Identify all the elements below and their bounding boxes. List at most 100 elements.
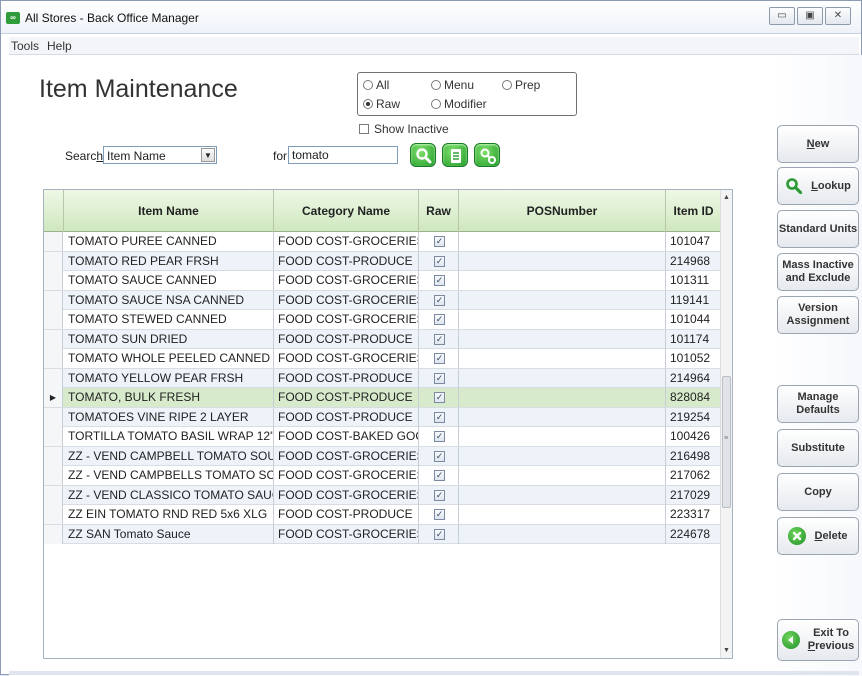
table-row[interactable]: TORTILLA TOMATO BASIL WRAP 12" FOOD COST-… <box>44 427 722 447</box>
posnumber-cell[interactable] <box>459 466 666 485</box>
posnumber-cell[interactable] <box>459 271 666 290</box>
posnumber-cell[interactable] <box>459 349 666 368</box>
raw-cell[interactable]: ✓ <box>419 232 459 251</box>
raw-checkbox[interactable]: ✓ <box>434 294 445 306</box>
raw-cell[interactable]: ✓ <box>419 524 459 544</box>
item-id-cell[interactable]: 216498 <box>666 446 722 466</box>
search-field-select[interactable]: Item Name ▼ <box>103 146 217 164</box>
raw-cell[interactable]: ✓ <box>419 329 459 349</box>
header-category-name[interactable]: Category Name <box>274 190 419 232</box>
table-row[interactable]: TOMATO YELLOW PEAR FRSH FOOD COST-PRODUCE… <box>44 368 722 388</box>
raw-checkbox[interactable]: ✓ <box>434 411 445 423</box>
table-row[interactable]: TOMATO RED PEAR FRSH FOOD COST-PRODUCE ✓ 21… <box>44 251 722 271</box>
header-item-id[interactable]: Item ID <box>666 190 722 232</box>
scroll-up-icon[interactable]: ▲ <box>723 194 730 201</box>
raw-cell[interactable]: ✓ <box>419 251 459 271</box>
posnumber-cell[interactable] <box>459 505 666 524</box>
category-cell[interactable]: FOOD COST-GROCERIES <box>274 271 419 290</box>
row-header[interactable] <box>44 466 63 485</box>
radio-raw[interactable]: Raw <box>363 97 400 111</box>
raw-checkbox[interactable]: ✓ <box>434 489 445 501</box>
row-header[interactable] <box>44 446 63 466</box>
vertical-scrollbar[interactable]: ▲ ≡ ▼ <box>720 190 732 658</box>
posnumber-cell[interactable] <box>459 251 666 271</box>
posnumber-cell[interactable] <box>459 310 666 329</box>
posnumber-cell[interactable] <box>459 524 666 544</box>
item-id-cell[interactable]: 101311 <box>666 271 722 290</box>
category-cell[interactable]: FOOD COST-GROCERIES <box>274 232 419 251</box>
raw-checkbox[interactable]: ✓ <box>434 431 445 442</box>
category-cell[interactable]: FOOD COST-GROCERIES <box>274 290 419 310</box>
row-header[interactable] <box>44 427 63 446</box>
raw-cell[interactable]: ✓ <box>419 310 459 329</box>
row-header[interactable] <box>44 310 63 329</box>
row-header[interactable] <box>44 271 63 290</box>
new-button[interactable]: New <box>777 125 859 163</box>
table-row[interactable]: TOMATO SAUCE CANNED FOOD COST-GROCERIES ✓ 1… <box>44 271 722 291</box>
table-row[interactable]: TOMATO WHOLE PEELED CANNED FOOD COST-GROC… <box>44 349 722 369</box>
posnumber-cell[interactable] <box>459 485 666 505</box>
category-cell[interactable]: FOOD COST-PRODUCE <box>274 368 419 388</box>
row-header[interactable] <box>44 232 63 251</box>
item-id-cell[interactable]: 101174 <box>666 329 722 349</box>
table-row[interactable]: ▶ TOMATO, BULK FRESH FOOD COST-PRODUCE ✓ 828… <box>44 388 722 408</box>
header-posnumber[interactable]: POSNumber <box>459 190 666 232</box>
category-cell[interactable]: FOOD COST-PRODUCE <box>274 407 419 427</box>
manage-defaults-button[interactable]: Manage Defaults <box>777 385 859 423</box>
category-cell[interactable]: FOOD COST-GROCERIES <box>274 446 419 466</box>
search-button[interactable] <box>410 143 436 167</box>
item-name-cell[interactable]: TOMATOES VINE RIPE 2 LAYER <box>64 407 274 427</box>
row-header[interactable] <box>44 329 63 349</box>
raw-cell[interactable]: ✓ <box>419 505 459 524</box>
table-row[interactable]: ZZ - VEND CAMPBELL TOMATO SOUP A FOOD COS… <box>44 446 722 466</box>
close-button[interactable]: ✕ <box>825 7 851 25</box>
radio-prep[interactable]: Prep <box>502 78 540 92</box>
item-id-cell[interactable]: 101047 <box>666 232 722 251</box>
row-header[interactable] <box>44 349 63 368</box>
item-id-cell[interactable]: 214964 <box>666 368 722 388</box>
raw-checkbox[interactable]: ✓ <box>434 236 445 247</box>
raw-checkbox[interactable]: ✓ <box>434 255 445 267</box>
posnumber-cell[interactable] <box>459 290 666 310</box>
raw-cell[interactable]: ✓ <box>419 407 459 427</box>
row-header[interactable] <box>44 407 63 427</box>
item-id-cell[interactable]: 101044 <box>666 310 722 329</box>
posnumber-cell[interactable] <box>459 407 666 427</box>
item-id-cell[interactable]: 217029 <box>666 485 722 505</box>
item-name-cell[interactable]: TOMATO RED PEAR FRSH <box>64 251 274 271</box>
raw-cell[interactable]: ✓ <box>419 349 459 368</box>
category-cell[interactable]: FOOD COST-GROCERIES <box>274 485 419 505</box>
radio-menu[interactable]: Menu <box>431 78 474 92</box>
report-button[interactable] <box>442 143 468 167</box>
table-row[interactable]: TOMATO SAUCE NSA CANNED FOOD COST-GROCERI… <box>44 290 722 310</box>
posnumber-cell[interactable] <box>459 329 666 349</box>
raw-cell[interactable]: ✓ <box>419 271 459 290</box>
item-id-cell[interactable]: 100426 <box>666 427 722 446</box>
raw-checkbox[interactable]: ✓ <box>434 509 445 520</box>
category-cell[interactable]: FOOD COST-PRODUCE <box>274 505 419 524</box>
item-name-cell[interactable]: ZZ - VEND CLASSICO TOMATO SAUCE <box>64 485 274 505</box>
raw-checkbox[interactable]: ✓ <box>434 314 445 325</box>
item-name-cell[interactable]: TOMATO STEWED CANNED <box>64 310 274 329</box>
category-cell[interactable]: FOOD COST-GROCERIES <box>274 466 419 485</box>
row-header[interactable] <box>44 505 63 524</box>
raw-cell[interactable]: ✓ <box>419 466 459 485</box>
table-row[interactable]: TOMATO STEWED CANNED FOOD COST-GROCERIES ✓… <box>44 310 722 330</box>
raw-checkbox[interactable]: ✓ <box>434 450 445 462</box>
table-row[interactable]: TOMATO PUREE CANNED FOOD COST-GROCERIES ✓ 1… <box>44 232 722 252</box>
posnumber-cell[interactable] <box>459 446 666 466</box>
raw-cell[interactable]: ✓ <box>419 446 459 466</box>
item-name-cell[interactable]: TOMATO SUN DRIED <box>64 329 274 349</box>
header-raw[interactable]: Raw <box>419 190 459 232</box>
row-header[interactable] <box>44 290 63 310</box>
raw-checkbox[interactable]: ✓ <box>434 275 445 286</box>
category-cell[interactable]: FOOD COST-GROCERIES <box>274 310 419 329</box>
header-item-name[interactable]: Item Name <box>64 190 274 232</box>
item-name-cell[interactable]: TOMATO SAUCE CANNED <box>64 271 274 290</box>
mass-inactive-button[interactable]: Mass Inactive and Exclude <box>777 253 859 291</box>
posnumber-cell[interactable] <box>459 388 666 407</box>
table-row[interactable]: TOMATOES VINE RIPE 2 LAYER FOOD COST-PROD… <box>44 407 722 427</box>
search-input[interactable] <box>288 146 398 164</box>
row-pointer-icon[interactable]: ▶ <box>44 388 63 407</box>
item-name-cell[interactable]: TORTILLA TOMATO BASIL WRAP 12" <box>64 427 274 446</box>
